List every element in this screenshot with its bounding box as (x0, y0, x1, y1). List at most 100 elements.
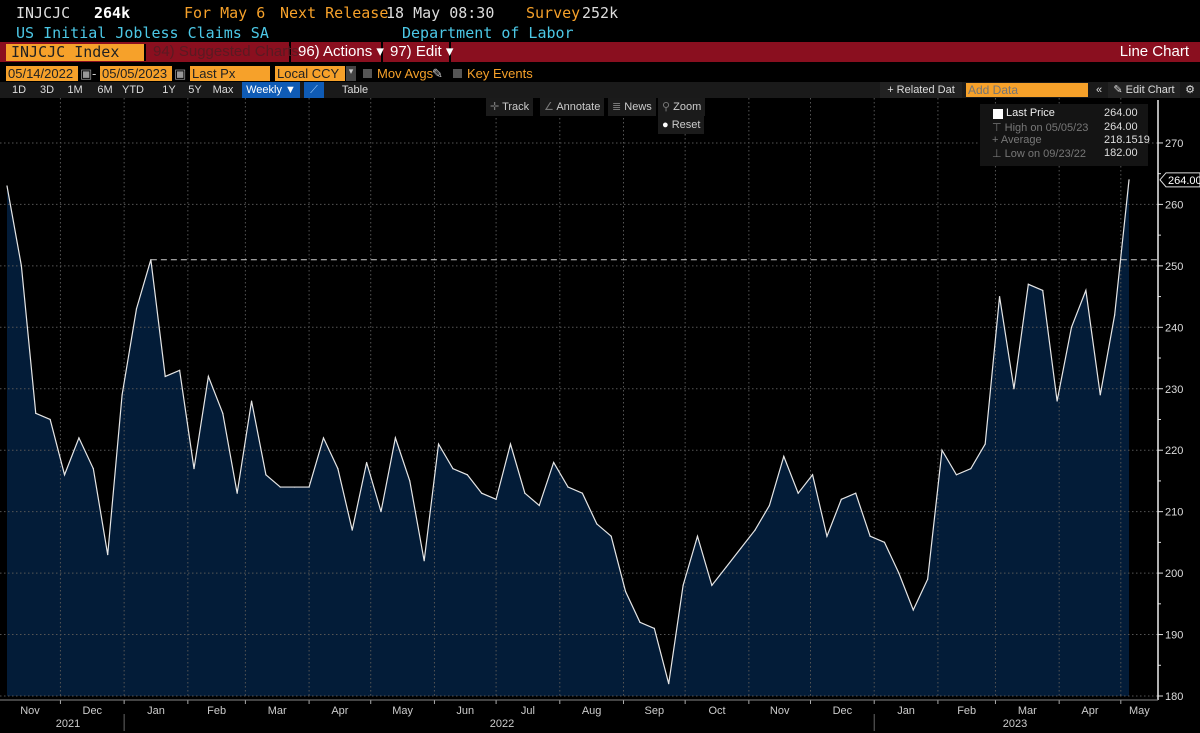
news-button[interactable]: ≣ News (608, 98, 656, 116)
data-point (92, 468, 94, 470)
data-point (279, 486, 281, 488)
data-point (826, 535, 828, 537)
y-tick-label: 180 (1165, 691, 1183, 703)
data-point (682, 584, 684, 586)
y-tick-label: 270 (1165, 138, 1183, 150)
data-point (998, 295, 1001, 298)
data-point (1128, 179, 1130, 181)
data-point (811, 474, 814, 476)
x-month-label: May (1129, 705, 1150, 717)
data-point (1099, 394, 1101, 396)
data-point (366, 461, 368, 464)
data-point (6, 185, 8, 187)
data-point (1013, 388, 1015, 390)
data-point (740, 547, 742, 550)
x-month-label: Dec (833, 705, 853, 717)
data-point (883, 541, 886, 543)
data-point (596, 523, 598, 525)
x-month-label: Dec (83, 705, 103, 717)
data-point (840, 498, 842, 500)
data-point (337, 468, 339, 470)
y-tick-label: 210 (1165, 507, 1183, 519)
data-point (207, 375, 209, 378)
data-point (49, 418, 51, 421)
data-point (869, 535, 871, 537)
x-month-label: Jan (147, 705, 165, 717)
data-point (394, 437, 396, 439)
y-tick-label: 200 (1165, 568, 1183, 580)
data-point (351, 529, 353, 531)
data-point (754, 529, 756, 531)
data-point (1085, 289, 1087, 292)
annotate-button[interactable]: ∠ Annotate (540, 98, 605, 116)
legend-last-value: 264.00 (1104, 107, 1138, 119)
data-point (437, 443, 440, 445)
x-month-label: Apr (331, 705, 348, 717)
data-point (927, 578, 929, 580)
data-point (265, 474, 267, 476)
data-point (524, 492, 526, 494)
x-year-label: 2023 (1003, 718, 1027, 730)
data-point (179, 369, 181, 371)
data-point (696, 535, 699, 537)
y-tick-label: 260 (1165, 199, 1183, 211)
data-point (1114, 314, 1116, 316)
data-point (955, 474, 958, 476)
data-point (1070, 326, 1073, 328)
data-point (423, 560, 425, 562)
x-month-label: Jun (456, 705, 474, 717)
x-year-label: 2022 (490, 718, 514, 730)
legend-last-label: Last Price (1006, 107, 1055, 119)
y-tick-label: 230 (1165, 384, 1183, 396)
data-point (164, 375, 166, 378)
data-point (668, 683, 670, 685)
data-point (898, 572, 900, 574)
x-month-label: Apr (1081, 705, 1098, 717)
x-year-label: 2021 (56, 718, 80, 730)
data-point (538, 504, 540, 507)
data-point (63, 474, 66, 476)
magnifier-icon: ⚲ (662, 101, 674, 113)
data-point (380, 511, 382, 513)
data-point (711, 584, 713, 586)
data-point (567, 486, 569, 488)
data-point (409, 480, 411, 482)
data-point (725, 566, 727, 568)
y-tick-label: 240 (1165, 322, 1183, 334)
data-point (581, 492, 584, 494)
legend-average-value: 218.1519 (1104, 134, 1150, 146)
annotate-icon: ∠ (544, 101, 557, 113)
data-point (495, 498, 497, 500)
data-point (20, 265, 22, 267)
data-point (466, 474, 468, 476)
x-month-label: Nov (20, 705, 40, 717)
data-point (984, 443, 986, 445)
data-point (1056, 400, 1058, 402)
crosshair-icon: ✛ (490, 101, 503, 113)
y-tick-label: 250 (1165, 261, 1183, 273)
track-button[interactable]: ✛ Track (486, 98, 534, 116)
data-point (553, 461, 555, 464)
news-icon: ≣ (612, 101, 625, 113)
legend-low-value: 182.00 (1104, 147, 1138, 159)
legend-low-label: ⊥ Low on 09/23/22 (992, 148, 1086, 160)
legend-average-label: + Average (992, 134, 1042, 146)
legend-high-label: ⊤ High on 05/05/23 (992, 122, 1089, 134)
data-point (294, 486, 296, 488)
data-point (121, 394, 123, 396)
last-value-label: 264.00 (1168, 175, 1200, 187)
zoom-button[interactable]: ⚲ Zoom (658, 98, 706, 116)
x-month-label: May (392, 705, 413, 717)
data-point (509, 443, 512, 445)
x-month-label: Jan (897, 705, 915, 717)
reset-button[interactable]: ● Reset (658, 116, 705, 134)
data-point (78, 437, 80, 439)
data-point (107, 554, 109, 556)
data-point (855, 492, 857, 494)
y-tick-label: 190 (1165, 630, 1183, 642)
data-point (783, 455, 785, 457)
data-point (35, 412, 37, 414)
data-point (653, 627, 655, 630)
x-month-label: Feb (207, 705, 226, 717)
data-point (1027, 283, 1029, 285)
